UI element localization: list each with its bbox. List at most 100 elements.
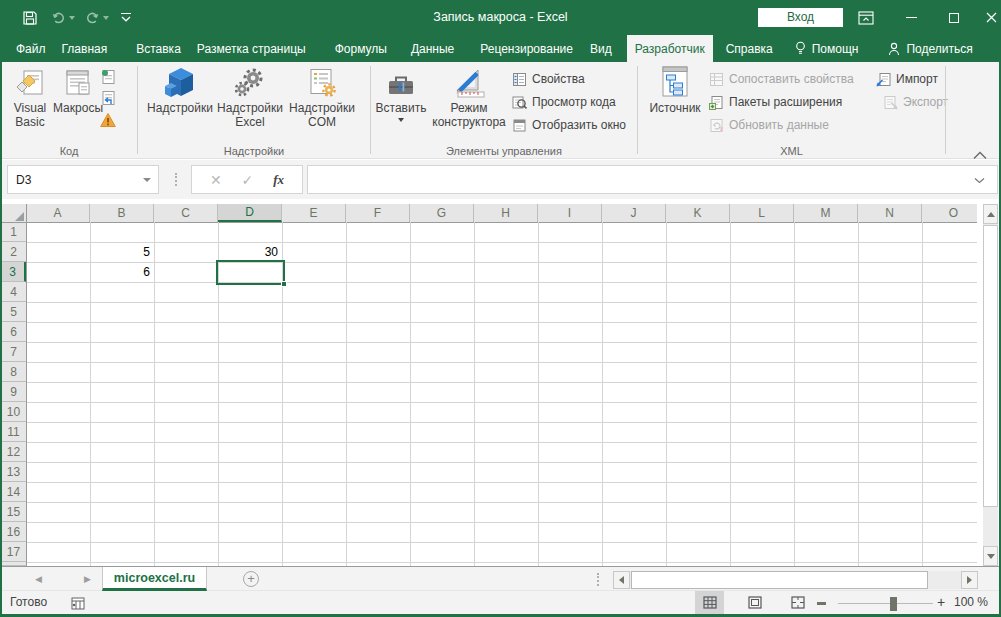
row-header-6[interactable]: 6 <box>1 322 26 342</box>
scroll-down-arrow[interactable] <box>983 546 998 566</box>
row-header-12[interactable]: 12 <box>1 442 26 462</box>
new-sheet-button[interactable]: + <box>243 571 259 587</box>
cancel-formula-icon[interactable]: ✕ <box>210 172 222 188</box>
zoom-level[interactable]: 100 % <box>948 591 988 614</box>
column-header-E[interactable]: E <box>282 204 346 222</box>
tab-insert[interactable]: Вставка <box>128 35 189 62</box>
row-header-1[interactable]: 1 <box>1 222 26 242</box>
view-code-button[interactable]: Просмотр кода <box>512 92 616 112</box>
cell-B2[interactable]: 5 <box>90 242 154 262</box>
undo-dropdown-caret[interactable] <box>69 16 75 20</box>
select-all-corner[interactable] <box>1 204 26 222</box>
scroll-up-arrow[interactable] <box>983 204 998 224</box>
com-addins-button[interactable]: Надстройки COM <box>285 66 359 129</box>
row-header-2[interactable]: 2 <box>1 242 26 262</box>
design-mode-button[interactable]: Режим конструктора <box>428 66 510 129</box>
insert-controls-button[interactable]: Вставить <box>373 66 429 122</box>
formula-bar-divider[interactable] <box>175 173 177 186</box>
tab-tell-me[interactable]: Помощн <box>787 35 867 62</box>
row-header-5[interactable]: 5 <box>1 302 26 322</box>
run-dialog-button[interactable]: Отобразить окно <box>512 115 626 135</box>
row-header-3[interactable]: 3 <box>1 262 26 282</box>
redo-dropdown-caret[interactable] <box>103 16 109 20</box>
sheet-nav-right-icon[interactable]: ▶ <box>84 574 91 584</box>
source-button[interactable]: Источник <box>640 66 710 115</box>
row-header-13[interactable]: 13 <box>1 462 26 482</box>
horizontal-scroll-thumb[interactable] <box>631 571 928 589</box>
fill-handle[interactable] <box>281 281 287 287</box>
redo-icon[interactable] <box>85 11 100 25</box>
macro-security-icon[interactable] <box>100 112 116 128</box>
cell-B3[interactable]: 6 <box>90 262 154 282</box>
insert-function-icon[interactable]: fx <box>273 172 284 188</box>
column-header-D[interactable]: D <box>218 204 282 222</box>
properties-button[interactable]: Свойства <box>512 69 585 89</box>
tab-view[interactable]: Вид <box>582 35 620 62</box>
addins-button[interactable]: Надстройки <box>145 66 215 115</box>
row-header-9[interactable]: 9 <box>1 382 26 402</box>
close-button[interactable] <box>981 0 1001 35</box>
zoom-out-button[interactable] <box>817 602 826 605</box>
zoom-slider-track[interactable] <box>838 603 933 605</box>
visual-basic-button[interactable]: Visual Basic <box>6 66 54 129</box>
tab-formulas[interactable]: Формулы <box>327 35 395 62</box>
row-header-16[interactable]: 16 <box>1 522 26 542</box>
tab-review[interactable]: Рецензирование <box>472 35 581 62</box>
column-header-G[interactable]: G <box>410 204 474 222</box>
vertical-scrollbar[interactable] <box>977 204 1001 566</box>
page-layout-view-button[interactable] <box>740 591 769 614</box>
tab-page-layout[interactable]: Разметка страницы <box>189 35 314 62</box>
column-header-K[interactable]: K <box>666 204 730 222</box>
maximize-button[interactable] <box>937 0 971 35</box>
tab-home[interactable]: Главная <box>54 35 116 62</box>
row-header-14[interactable]: 14 <box>1 482 26 502</box>
expand-formula-bar-icon[interactable] <box>974 177 985 184</box>
page-break-view-button[interactable] <box>783 591 812 614</box>
customize-qat-icon[interactable] <box>121 13 131 23</box>
row-header-4[interactable]: 4 <box>1 282 26 302</box>
tab-help[interactable]: Справка <box>718 35 781 62</box>
macros-button[interactable]: Макросы <box>52 66 104 115</box>
share-button[interactable]: Поделиться <box>880 35 980 62</box>
column-header-F[interactable]: F <box>346 204 410 222</box>
vertical-scroll-thumb[interactable] <box>983 225 998 507</box>
macro-record-icon[interactable] <box>71 596 85 614</box>
active-cell-outline[interactable] <box>216 260 285 285</box>
name-box[interactable]: D3 <box>7 165 159 194</box>
column-header-C[interactable]: C <box>154 204 218 222</box>
excel-addins-button[interactable]: Надстройки Excel <box>212 66 288 129</box>
expansion-packs-button[interactable]: Пакеты расширения <box>709 92 842 112</box>
row-header-15[interactable]: 15 <box>1 502 26 522</box>
formula-input[interactable] <box>307 165 998 194</box>
tab-developer[interactable]: Разработчик <box>627 35 713 62</box>
enter-formula-icon[interactable]: ✓ <box>242 172 254 188</box>
column-header-M[interactable]: M <box>794 204 858 222</box>
minimize-button[interactable] <box>894 0 928 35</box>
sheet-nav-left-icon[interactable]: ◀ <box>35 574 42 584</box>
column-header-L[interactable]: L <box>730 204 794 222</box>
column-header-A[interactable]: A <box>26 204 90 222</box>
row-header-7[interactable]: 7 <box>1 342 26 362</box>
name-box-caret[interactable] <box>143 178 151 182</box>
column-header-N[interactable]: N <box>858 204 922 222</box>
save-icon[interactable] <box>22 10 38 26</box>
undo-icon[interactable] <box>51 11 66 25</box>
record-macro-icon[interactable] <box>100 69 116 85</box>
import-button[interactable]: Импорт <box>876 69 938 89</box>
column-header-J[interactable]: J <box>602 204 666 222</box>
sheet-tab-microexcel[interactable]: microexcel.ru <box>102 567 207 591</box>
normal-view-button[interactable] <box>695 591 724 614</box>
column-header-I[interactable]: I <box>538 204 602 222</box>
scroll-right-arrow[interactable] <box>961 571 978 589</box>
cell-D2[interactable]: 30 <box>218 242 282 262</box>
column-header-B[interactable]: B <box>90 204 154 222</box>
column-header-H[interactable]: H <box>474 204 538 222</box>
row-header-11[interactable]: 11 <box>1 422 26 442</box>
tabbar-splitter[interactable] <box>597 573 599 586</box>
zoom-slider-thumb[interactable] <box>890 597 897 611</box>
row-header-17[interactable]: 17 <box>1 542 26 562</box>
sign-in-button[interactable]: Вход <box>758 8 843 27</box>
row-header-8[interactable]: 8 <box>1 362 26 382</box>
relative-references-icon[interactable] <box>100 90 116 106</box>
tab-file[interactable]: Файл <box>8 35 54 62</box>
